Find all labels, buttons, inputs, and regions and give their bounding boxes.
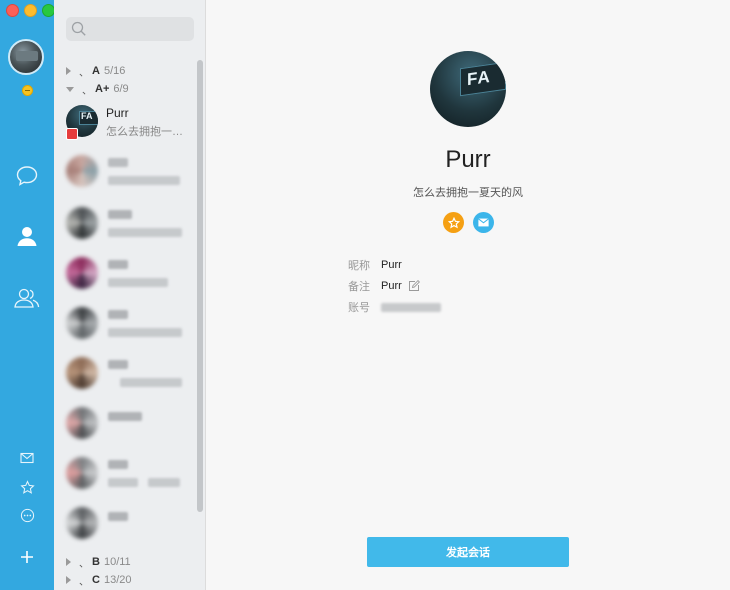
group-tick: 、 (79, 558, 89, 570)
my-avatar[interactable] (8, 39, 44, 75)
mail-icon (478, 218, 489, 227)
mail-badge[interactable] (473, 212, 494, 233)
search-input[interactable] (66, 17, 194, 41)
contacts-tab[interactable] (0, 225, 54, 247)
account-label: 账号 (348, 302, 370, 314)
nickname-value: Purr (381, 259, 402, 271)
minimize-window-button[interactable] (24, 4, 37, 17)
collapsed-arrow-icon (66, 558, 71, 566)
group-header-b[interactable]: 、 B 10/11 (66, 555, 131, 570)
remark-value: Purr (381, 280, 402, 292)
group-name: B (92, 556, 100, 568)
messages-tab[interactable] (0, 165, 54, 187)
group-tick: 、 (82, 85, 92, 97)
expanded-arrow-icon (66, 87, 74, 92)
favorites-button[interactable] (0, 480, 54, 495)
list-item[interactable] (54, 357, 197, 407)
group-tick: 、 (79, 67, 89, 79)
group-count: 13/20 (103, 574, 132, 586)
collapsed-arrow-icon (66, 67, 71, 75)
contact-item-purr[interactable]: FA Purr 怎么去拥抱一… (54, 105, 197, 155)
star-icon (447, 216, 460, 228)
list-item[interactable] (54, 207, 197, 257)
search-icon (71, 21, 86, 36)
edit-icon[interactable] (408, 280, 420, 292)
group-count: 10/11 (103, 556, 131, 568)
group-count: 5/16 (103, 65, 126, 77)
list-item[interactable] (54, 155, 197, 205)
list-scrollbar[interactable] (197, 60, 203, 512)
group-tick: 、 (79, 576, 89, 588)
list-item[interactable] (54, 457, 197, 507)
more-button[interactable] (0, 508, 54, 523)
group-header-a[interactable]: 、 A 5/16 (66, 64, 126, 79)
online-status-icon[interactable] (22, 85, 33, 96)
list-item[interactable] (54, 407, 197, 457)
list-item[interactable] (54, 507, 197, 557)
group-icon (14, 288, 40, 308)
profile-avatar[interactable]: FA (430, 51, 506, 127)
groups-tab[interactable] (0, 287, 54, 309)
group-header-a-plus[interactable]: 、 A+ 6/9 (66, 82, 129, 97)
device-badge-icon (66, 128, 78, 140)
more-icon (20, 508, 34, 523)
profile-signature: 怎么去拥抱一夏天的风 (413, 187, 523, 199)
chat-bubble-icon (16, 166, 38, 186)
nickname-row: 昵称 Purr (348, 258, 402, 272)
contact-person-icon (17, 227, 37, 246)
nickname-label: 昵称 (348, 260, 370, 272)
vip-badge[interactable] (443, 212, 464, 233)
account-row: 账号 (348, 300, 441, 314)
mailbox-button[interactable] (0, 452, 54, 464)
plus-icon (21, 551, 33, 563)
remark-label: 备注 (348, 281, 370, 293)
contact-list-pane: 、 A 5/16 、 A+ 6/9 FA Purr 怎么去拥抱一… 、 B 10… (54, 0, 206, 590)
list-item[interactable] (54, 307, 197, 357)
profile-name: Purr (445, 146, 491, 173)
group-header-c[interactable]: 、 C 13/20 (66, 573, 132, 588)
window-controls (6, 4, 55, 17)
contact-signature: 怎么去拥抱一… (106, 126, 183, 138)
group-count: 6/9 (113, 83, 129, 95)
contact-name: Purr (106, 106, 129, 120)
mail-icon (20, 452, 34, 464)
remark-row: 备注 Purr (348, 279, 420, 293)
group-name: A (92, 65, 100, 77)
add-button[interactable] (0, 550, 54, 564)
close-window-button[interactable] (6, 4, 19, 17)
group-name: A+ (95, 83, 110, 95)
list-item[interactable] (54, 257, 197, 307)
profile-panel: FA Purr 怎么去拥抱一夏天的风 昵称 Purr 备注 Purr 账号 发起… (206, 0, 730, 590)
sidebar-rail (0, 0, 55, 590)
start-chat-button[interactable]: 发起会话 (367, 537, 569, 567)
star-icon (19, 480, 35, 494)
collapsed-arrow-icon (66, 576, 71, 584)
account-redacted (381, 302, 441, 312)
group-name: C (92, 574, 100, 586)
